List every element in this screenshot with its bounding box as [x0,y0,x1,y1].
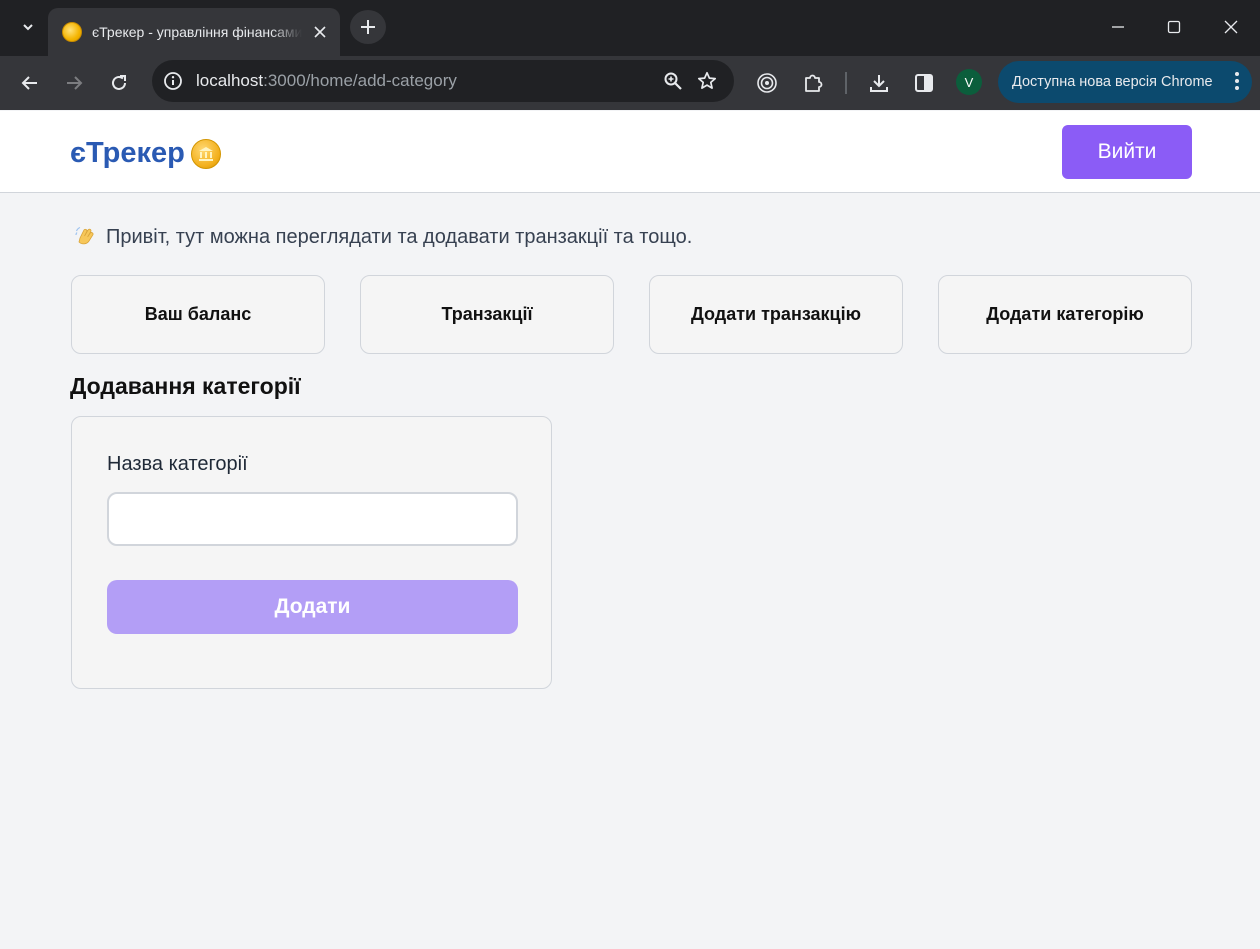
page-content: єТрекер Вийти Привіт, тут можна перегляд… [0,111,1260,949]
waving-hand-icon [74,225,98,249]
close-icon [1224,20,1238,34]
url-host: localhost [196,71,264,90]
nav-card-balance[interactable]: Ваш баланс [71,275,325,354]
add-button[interactable]: Додати [107,580,518,634]
puzzle-icon [805,74,823,92]
chrome-update-button[interactable]: Доступна нова версія Chrome [998,61,1252,103]
maximize-icon [1167,20,1181,34]
close-window-button[interactable] [1203,8,1259,46]
chevron-down-icon [23,24,33,31]
nav-card-label: Транзакції [441,304,533,324]
plus-icon [361,20,375,34]
profile-avatar[interactable]: V [956,69,982,95]
browser-tab[interactable]: єТрекер - управління фінансами [48,8,340,56]
nav-card-add-transaction[interactable]: Додати транзакцію [649,275,903,354]
app-logo[interactable]: єТрекер [70,137,221,170]
extension-target-button[interactable] [749,65,785,101]
address-bar[interactable]: localhost:3000/home/add-category [152,60,734,102]
nav-card-label: Додати категорію [986,304,1144,324]
browser-tabstrip: єТрекер - управління фінансами [0,0,1260,56]
coin-icon [190,138,221,169]
category-name-label: Назва категорії [107,453,248,475]
greeting-message: Привіт, тут можна переглядати та додават… [74,225,692,249]
bookmark-star-icon[interactable] [690,64,724,98]
logo-text: єТрекер [70,137,185,169]
new-tab-button[interactable] [350,10,386,44]
arrow-right-icon [67,76,83,90]
category-name-input[interactable] [107,492,518,546]
app-header: єТрекер Вийти [0,111,1260,193]
back-button[interactable] [12,65,48,101]
reload-icon [112,75,126,90]
close-icon[interactable] [310,22,330,42]
nav-card-add-category[interactable]: Додати категорію [938,275,1192,354]
minimize-icon [1112,26,1124,28]
site-info-icon[interactable] [156,64,190,98]
nav-card-label: Додати транзакцію [691,304,861,324]
download-icon [870,75,888,92]
more-vert-icon[interactable] [1234,70,1240,96]
downloads-button[interactable] [861,65,897,101]
side-panel-icon [915,74,933,92]
toolbar-divider [845,72,847,94]
zoom-icon[interactable] [656,64,690,98]
forward-button[interactable] [56,65,92,101]
tab-title: єТрекер - управління фінансами [92,24,302,40]
update-label: Доступна нова версія Chrome [1012,74,1213,90]
reload-button[interactable] [101,65,137,101]
nav-card-label: Ваш баланс [144,304,252,324]
section-title: Додавання категорії [70,373,301,399]
logout-button[interactable]: Вийти [1062,125,1192,179]
coin-icon [62,22,82,42]
add-category-form: Назва категорії Додати [71,416,552,689]
url-text: localhost:3000/home/add-category [196,71,656,91]
side-panel-button[interactable] [906,65,942,101]
target-icon [757,73,777,93]
maximize-button[interactable] [1146,8,1202,46]
tab-search-button[interactable] [10,10,46,44]
arrow-left-icon [21,76,37,90]
minimize-button[interactable] [1090,8,1146,46]
extensions-button[interactable] [795,65,831,101]
nav-card-transactions[interactable]: Транзакції [360,275,614,354]
url-path: :3000/home/add-category [263,71,457,90]
browser-toolbar: localhost:3000/home/add-category V Досту… [0,56,1260,110]
greeting-text: Привіт, тут можна переглядати та додават… [106,225,693,248]
